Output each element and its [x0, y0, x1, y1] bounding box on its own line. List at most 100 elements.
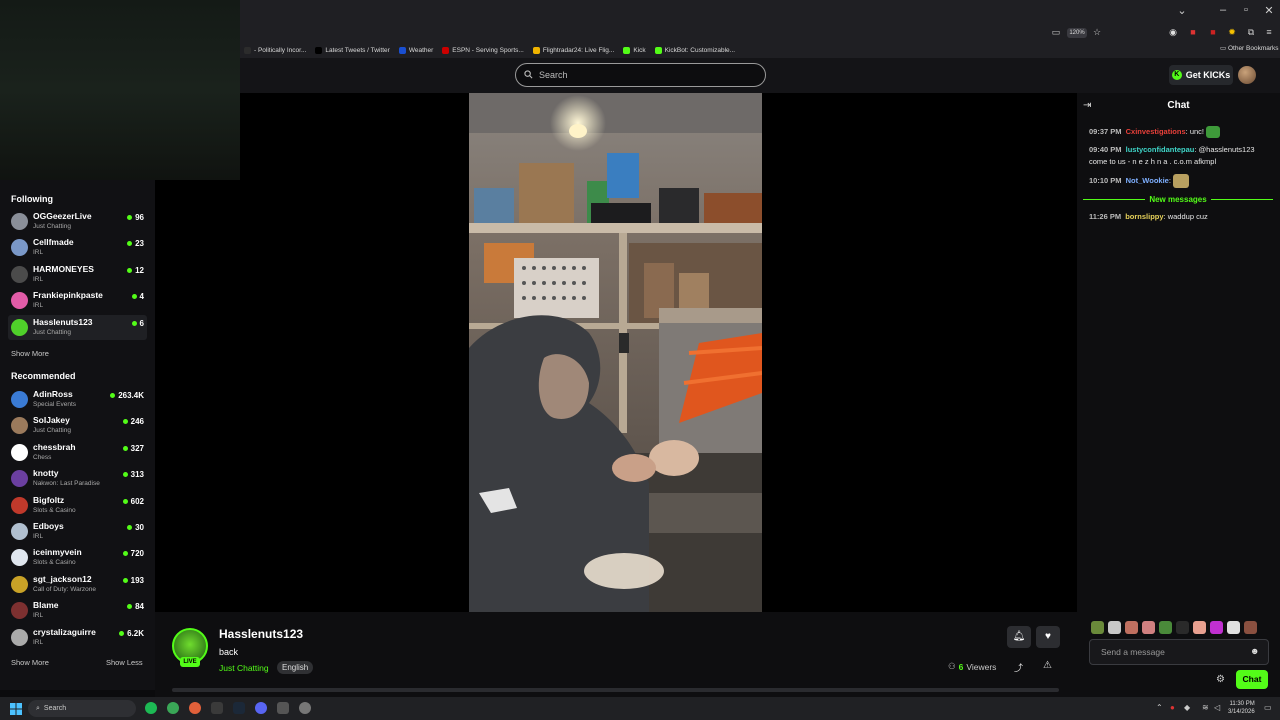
channel-viewer-count: 6.2K	[127, 628, 144, 638]
bookmark-item[interactable]: Flightradar24: Live Flig...	[532, 46, 614, 54]
tray-chevron-icon[interactable]: ⌃	[1156, 703, 1163, 712]
minimize-button[interactable]: –	[1213, 4, 1233, 16]
emote-icon[interactable]	[1244, 621, 1257, 634]
chat-message-input[interactable]: Send a message	[1089, 639, 1269, 665]
tray-app-icon[interactable]: ●	[1170, 703, 1175, 712]
tab-list-icon[interactable]: ⌄	[1172, 4, 1192, 17]
bookmark-item[interactable]: ESPN - Serving Sports...	[442, 46, 524, 54]
notifications-icon[interactable]: ▭	[1264, 703, 1272, 712]
sidebar-channel-harmoneyes[interactable]: HARMONEYES IRL 12	[8, 262, 147, 287]
live-dot-icon	[127, 267, 133, 273]
bookmark-star-icon[interactable]: ☆	[1091, 26, 1103, 38]
sidebar-channel-adinross[interactable]: AdinRoss Special Events 263.4K	[8, 387, 147, 412]
sidebar-channel-cellfmade[interactable]: Cellfmade IRL 23	[8, 235, 147, 260]
channel-avatar	[11, 628, 28, 646]
language-tag[interactable]: English	[277, 661, 314, 674]
chat-settings-gear-icon[interactable]: ⚙	[1216, 674, 1225, 685]
emote-icon[interactable]	[1125, 621, 1138, 634]
chat-username[interactable]: lustyconfidantepau	[1126, 145, 1195, 154]
sidebar-channel-bigfoltz[interactable]: Bigfoltz Slots & Casino 602	[8, 493, 147, 518]
chat-send-button[interactable]: Chat	[1236, 670, 1268, 689]
app-icon[interactable]	[299, 702, 311, 714]
sidebar-channel-oggeezerlive[interactable]: OGGeezerLive Just Chatting 96	[8, 209, 147, 234]
emote-icon[interactable]	[1210, 621, 1223, 634]
spotify-icon[interactable]	[145, 702, 157, 714]
channel-name: Hasslenuts123	[33, 316, 93, 327]
viewers-icon: ⚇	[948, 661, 956, 671]
emote-icon[interactable]	[1176, 621, 1189, 634]
emote-icon[interactable]	[1142, 621, 1155, 634]
sidebar-channel-blame[interactable]: Blame IRL 84	[8, 598, 147, 623]
emote-icon[interactable]	[1193, 621, 1206, 634]
channel-name: crystalizaguirre	[33, 626, 96, 637]
extension-icon[interactable]: ✹	[1226, 26, 1238, 38]
channel-category: Slots & Casino	[33, 559, 76, 567]
zoom-badge[interactable]: 120%	[1067, 28, 1087, 38]
volume-icon[interactable]: ◁	[1214, 703, 1220, 712]
bookmark-item[interactable]: KickBot: Customizable...	[654, 46, 735, 54]
chat-timestamp: 09:37 PM	[1089, 127, 1122, 136]
chat-username[interactable]: Cxinvestigations	[1126, 127, 1186, 136]
sidebar-channel-knotty[interactable]: knotty Nakwon: Last Paradise 313	[8, 466, 147, 491]
taskbar-search[interactable]: ⌕ Search	[28, 700, 136, 717]
report-icon[interactable]: ⚠	[1043, 660, 1052, 671]
close-window-button[interactable]: ✕	[1259, 4, 1279, 17]
sidebar-channel-iceinmyvein[interactable]: iceinmyvein Slots & Casino 720	[8, 545, 147, 570]
get-kicks-button[interactable]: K Get KICKs	[1169, 65, 1233, 85]
sidebar-channel-frankiepinkpaste[interactable]: Frankiepinkpaste IRL 4	[8, 288, 147, 313]
folder-icon: ▭	[1220, 45, 1227, 52]
x-app-icon[interactable]	[211, 702, 223, 714]
browser-app-icon[interactable]	[189, 702, 201, 714]
sidebar-channel-hasslenuts123[interactable]: Hasslenuts123 Just Chatting 6	[8, 314, 147, 340]
emoji-picker-icon[interactable]: ☻	[1250, 646, 1259, 656]
discord-icon[interactable]	[255, 702, 267, 714]
app-icon[interactable]	[277, 702, 289, 714]
emote-icon[interactable]	[1091, 621, 1104, 634]
chat-username[interactable]: Not_Wookie	[1126, 176, 1169, 185]
sidebar-channel-chessbrah[interactable]: chessbrah Chess 327	[8, 440, 147, 465]
bookmark-item[interactable]: Weather	[398, 46, 433, 54]
live-badge: LIVE	[180, 657, 200, 667]
notification-bell-button[interactable]: 🔔︎	[1007, 626, 1031, 648]
other-bookmarks[interactable]: ▭ Other Bookmarks	[1220, 44, 1279, 52]
steam-icon[interactable]	[233, 702, 245, 714]
share-icon[interactable]: ⤴	[1014, 661, 1023, 674]
follow-button[interactable]: ♥	[1036, 626, 1060, 648]
show-more-recommended[interactable]: Show More	[11, 658, 49, 667]
sidebar-channel-sgt_jackson12[interactable]: sgt_jackson12 Call of Duty: Warzone 193	[8, 572, 147, 597]
chat-username[interactable]: bornslippy	[1125, 212, 1163, 221]
chrome-icon[interactable]	[167, 702, 179, 714]
extension-icon[interactable]: ■	[1187, 26, 1199, 38]
video-frame[interactable]	[469, 93, 762, 612]
chat-message: 09:40 PM lustyconfidantepau: @hasslenuts…	[1089, 145, 1255, 166]
bookmark-item[interactable]: - Politically Incor...	[244, 46, 306, 54]
streamer-name[interactable]: Hasslenuts123	[219, 627, 303, 641]
bookmark-item[interactable]: Kick	[623, 46, 646, 54]
show-more-following[interactable]: Show More	[11, 349, 49, 358]
channel-viewers: 313	[122, 470, 144, 479]
tray-app-icon[interactable]: ◆	[1184, 703, 1190, 712]
sidebar-channel-crystalizaguirre[interactable]: crystalizaguirre IRL 6.2K	[8, 625, 147, 650]
browser-menu-icon[interactable]: ≡	[1263, 26, 1275, 38]
bookmark-item[interactable]: Latest Tweets / Twitter	[315, 46, 390, 54]
channel-viewers: 30	[127, 523, 144, 532]
channel-viewer-count: 30	[135, 523, 144, 532]
taskbar-clock[interactable]: 11:30 PM 3/14/2026	[1228, 700, 1255, 716]
windows-start-icon[interactable]	[10, 702, 22, 715]
sidebar-channel-edboys[interactable]: Edboys IRL 30	[8, 519, 147, 544]
channel-avatar	[11, 443, 28, 461]
extensions-puzzle-icon[interactable]: ⧉	[1245, 26, 1257, 38]
maximize-button[interactable]: ▫	[1236, 4, 1256, 16]
stream-category[interactable]: Just Chatting	[219, 663, 269, 673]
sidebar-channel-soijakey[interactable]: SoIJakey Just Chatting 246	[8, 413, 147, 438]
extension-icon[interactable]: ◉	[1167, 26, 1179, 38]
screencast-icon[interactable]: ▭	[1050, 26, 1062, 38]
show-less-recommended[interactable]: Show Less	[106, 658, 143, 667]
emote-icon[interactable]	[1227, 621, 1240, 634]
extension-icon[interactable]: ■	[1207, 26, 1219, 38]
user-avatar[interactable]	[1238, 66, 1256, 84]
emote-icon[interactable]	[1159, 621, 1172, 634]
emote-icon[interactable]	[1108, 621, 1121, 634]
search-input[interactable]: Search	[515, 63, 766, 87]
wifi-icon[interactable]: ≋	[1202, 703, 1209, 712]
